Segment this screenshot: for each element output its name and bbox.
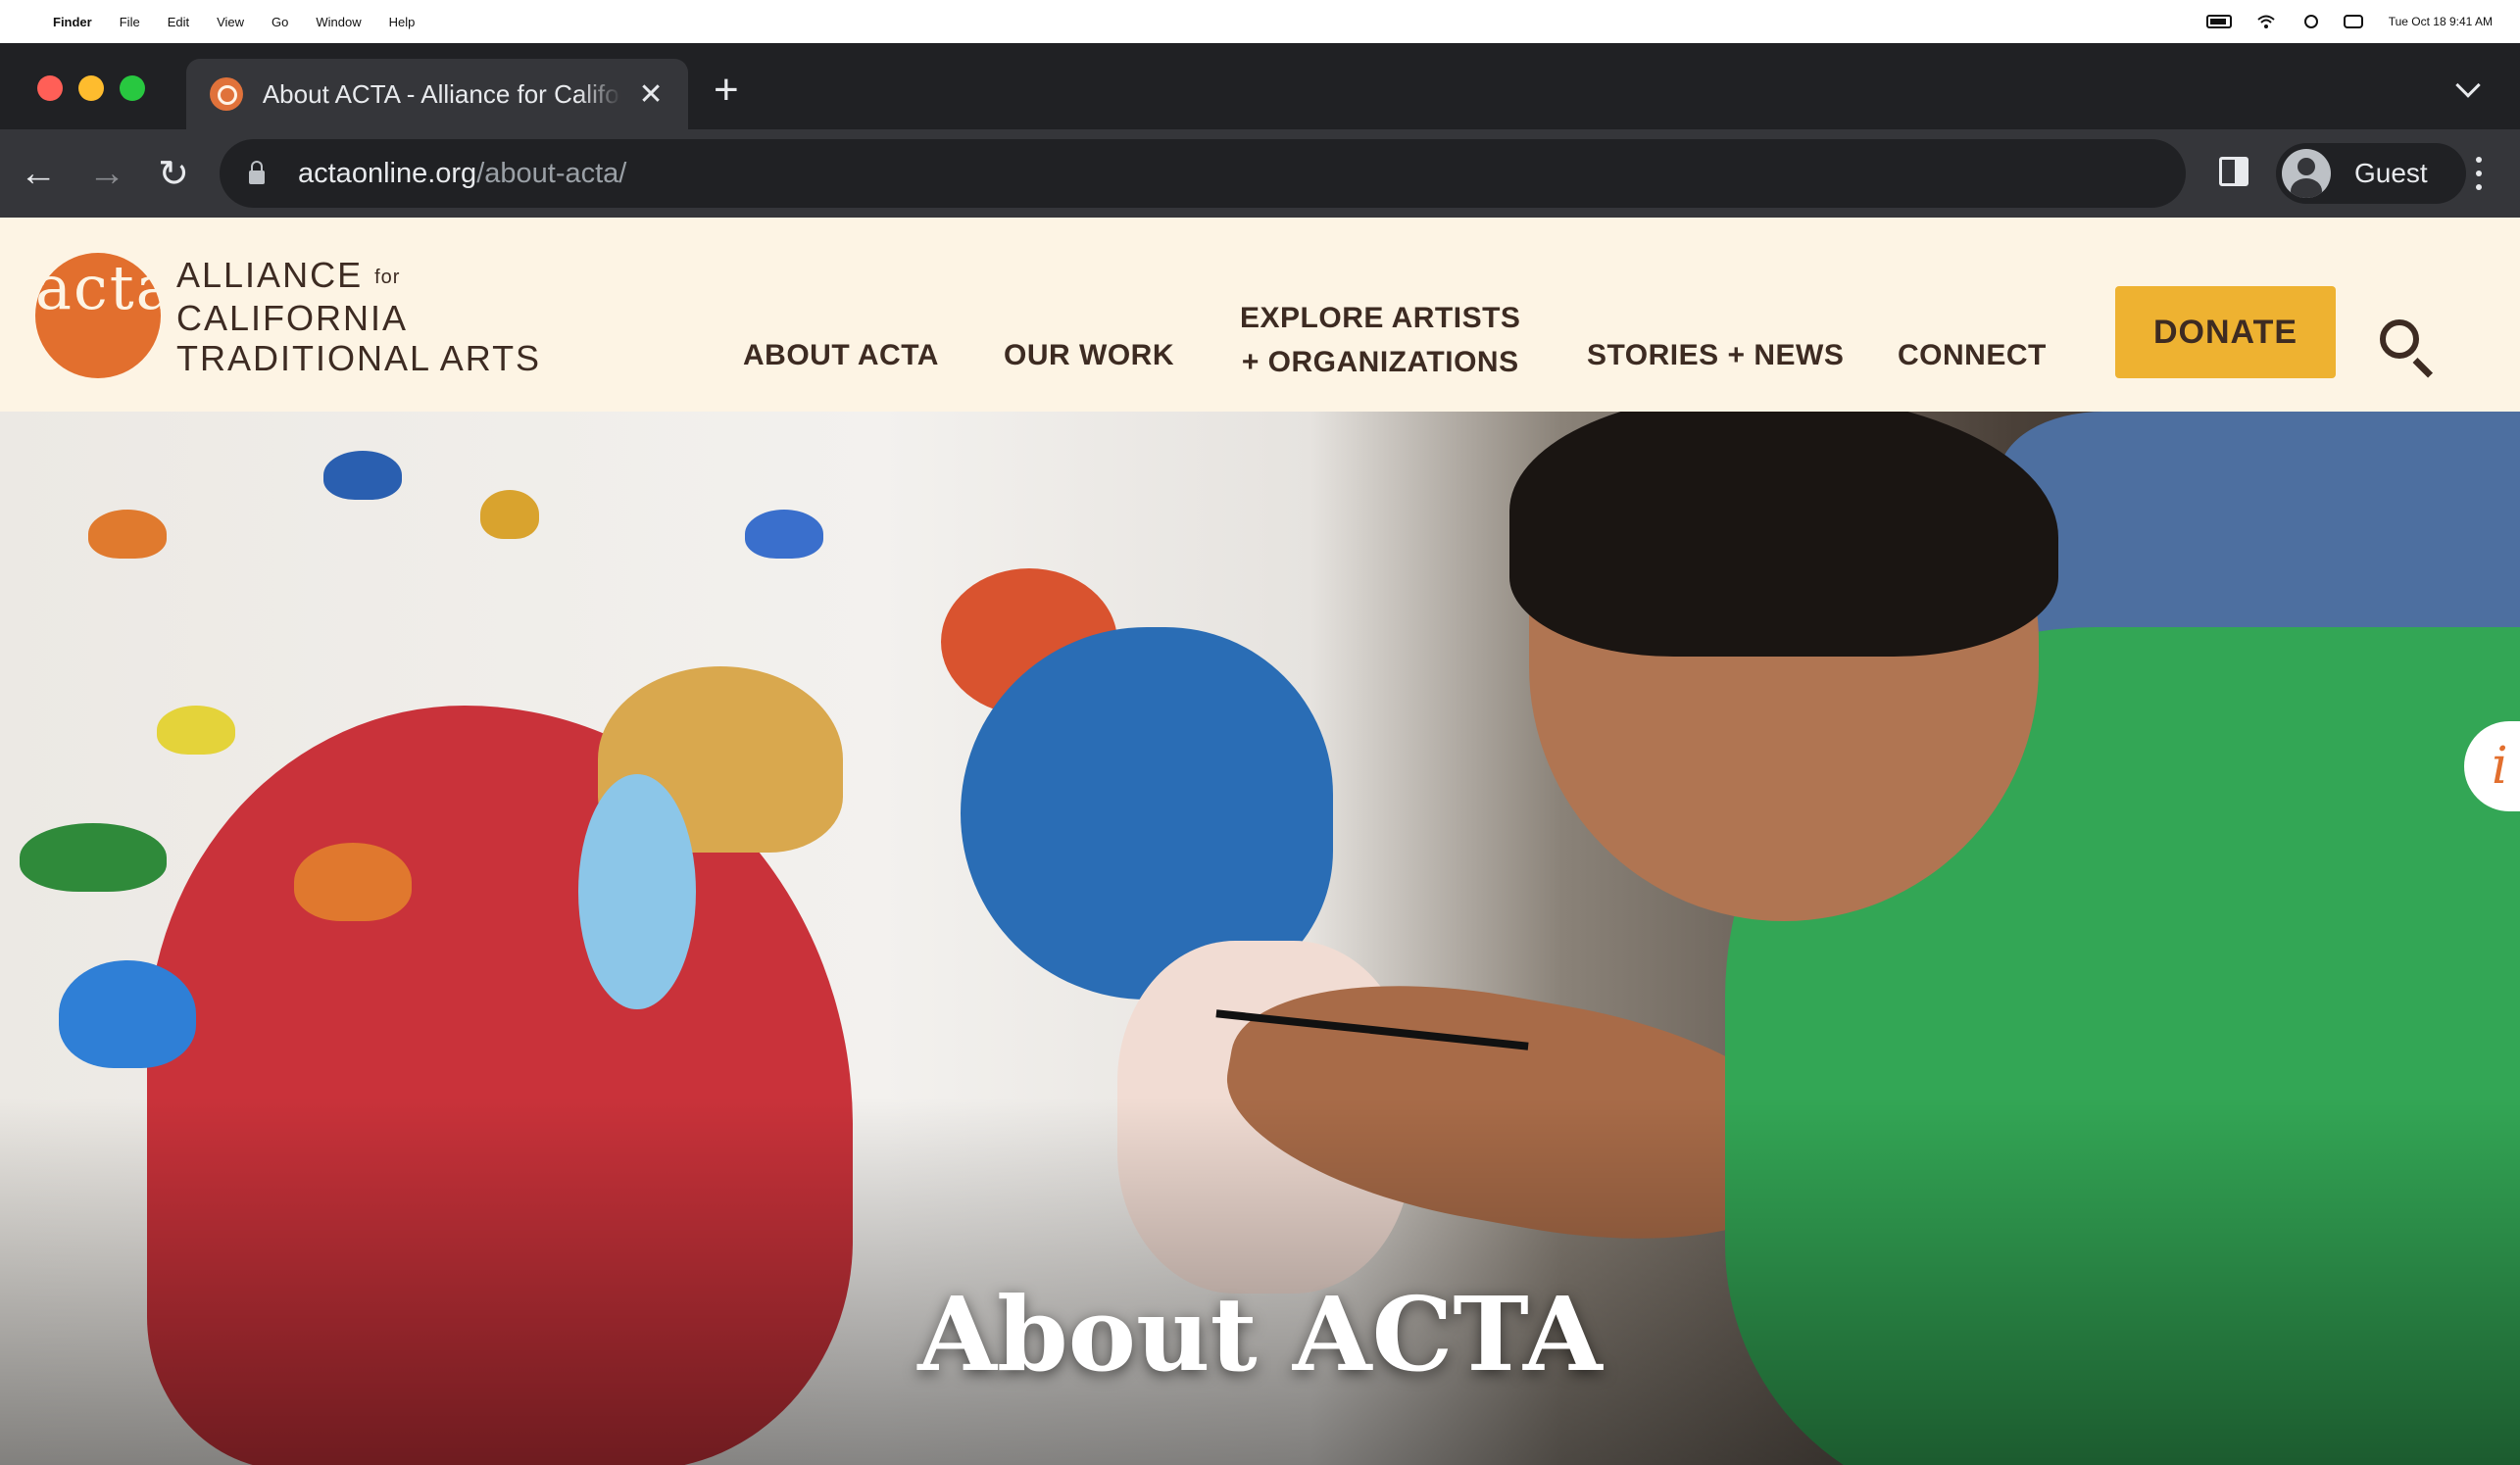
lock-icon[interactable] bbox=[249, 161, 265, 184]
browser-tab-strip: About ACTA - Alliance for California Tra… bbox=[0, 43, 2520, 129]
painter-hair bbox=[1509, 412, 2058, 657]
nav-explore-artists[interactable]: EXPLORE ARTISTS + ORGANIZATIONS bbox=[1240, 296, 1520, 384]
tab-close-icon[interactable]: ✕ bbox=[637, 77, 665, 112]
butterfly-decoration bbox=[20, 823, 167, 892]
butterfly-decoration bbox=[480, 490, 539, 539]
battery-icon[interactable] bbox=[2205, 15, 2232, 28]
site-search-icon[interactable] bbox=[2380, 319, 2419, 359]
butterfly-decoration bbox=[745, 510, 823, 559]
site-favicon-icon bbox=[210, 77, 243, 111]
new-tab-plus-icon[interactable]: + bbox=[714, 69, 739, 112]
url-host: actaonline.org bbox=[298, 157, 477, 189]
side-panel-icon[interactable] bbox=[2219, 157, 2248, 186]
nav-stories-news[interactable]: STORIES + NEWS bbox=[1587, 339, 1844, 372]
menu-help[interactable]: Help bbox=[389, 15, 416, 29]
nav-explore-line1: EXPLORE ARTISTS bbox=[1240, 302, 1521, 334]
tab-title: About ACTA - Alliance for California Tra… bbox=[262, 78, 621, 109]
butterfly-decoration bbox=[157, 706, 235, 755]
browser-menu-kebab-icon[interactable] bbox=[2472, 151, 2486, 196]
browser-toolbar: ← → ↻ actaonline.org/about-acta/ Guest bbox=[0, 129, 2520, 218]
window-minimize-button[interactable] bbox=[78, 75, 104, 101]
acta-logo-mark[interactable]: acta bbox=[35, 253, 173, 378]
hero-banner: About ACTA i bbox=[0, 412, 2520, 1465]
reload-icon[interactable]: ↻ bbox=[151, 151, 196, 196]
wifi-icon[interactable] bbox=[2257, 15, 2279, 28]
site-header: acta ALLIANCE for CALIFORNIA TRADITIONAL… bbox=[0, 218, 2520, 412]
menu-window[interactable]: Window bbox=[316, 15, 361, 29]
logo-line-alliance: ALLIANCE bbox=[176, 255, 364, 295]
guest-avatar-icon bbox=[2282, 149, 2331, 198]
nav-explore-line2: + ORGANIZATIONS bbox=[1241, 346, 1519, 378]
menu-go[interactable]: Go bbox=[272, 15, 288, 29]
browser-tab-active[interactable]: About ACTA - Alliance for California Tra… bbox=[186, 59, 688, 129]
menu-file[interactable]: File bbox=[120, 15, 140, 29]
menu-edit[interactable]: Edit bbox=[168, 15, 189, 29]
profile-name: Guest bbox=[2354, 158, 2428, 188]
menu-view[interactable]: View bbox=[217, 15, 244, 29]
menubar-datetime[interactable]: Tue Oct 18 9:41 AM bbox=[2389, 15, 2493, 28]
mural-blue-ear bbox=[578, 774, 696, 1009]
logo-for: for bbox=[374, 267, 401, 288]
butterfly-decoration bbox=[88, 510, 167, 559]
acta-logo-wordmark[interactable]: ALLIANCE for CALIFORNIA TRADITIONAL ARTS bbox=[176, 255, 541, 378]
address-bar[interactable]: actaonline.org/about-acta/ bbox=[220, 139, 2186, 208]
tab-search-chevron-icon[interactable] bbox=[2455, 73, 2481, 98]
window-zoom-button[interactable] bbox=[120, 75, 145, 101]
forward-arrow-icon[interactable]: → bbox=[84, 151, 129, 196]
url-path: /about-acta/ bbox=[476, 157, 627, 189]
window-close-button[interactable] bbox=[37, 75, 63, 101]
nav-connect[interactable]: CONNECT bbox=[1898, 339, 2047, 372]
control-center-icon[interactable] bbox=[2343, 15, 2363, 28]
logo-line-california: CALIFORNIA bbox=[176, 298, 409, 338]
back-arrow-icon[interactable]: ← bbox=[16, 151, 61, 196]
butterfly-decoration bbox=[59, 960, 196, 1068]
donate-button[interactable]: DONATE bbox=[2115, 286, 2336, 378]
macos-menubar: Finder File Edit View Go Window Help Tue… bbox=[0, 0, 2520, 43]
spotlight-search-icon[interactable] bbox=[2303, 15, 2318, 28]
logo-line-traditional-arts: TRADITIONAL ARTS bbox=[176, 338, 542, 378]
menu-app-name[interactable]: Finder bbox=[53, 15, 92, 29]
page-title: About ACTA bbox=[917, 1274, 1603, 1394]
butterfly-decoration bbox=[294, 843, 412, 921]
nav-our-work[interactable]: OUR WORK bbox=[1004, 339, 1174, 372]
butterfly-decoration bbox=[323, 451, 402, 500]
nav-about-acta[interactable]: ABOUT ACTA bbox=[743, 339, 939, 372]
profile-button[interactable]: Guest bbox=[2276, 143, 2466, 204]
